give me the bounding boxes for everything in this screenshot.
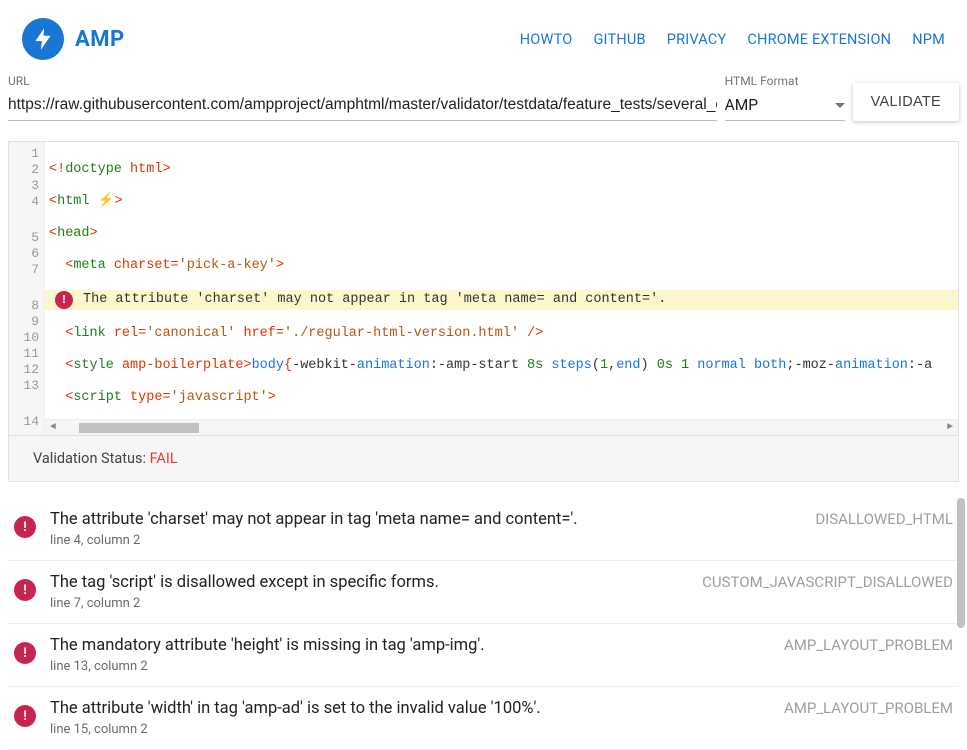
nav-github[interactable]: GITHUB — [593, 31, 645, 48]
brand-text: AMP — [75, 27, 125, 52]
scroll-left-icon[interactable]: ◄ — [45, 422, 61, 433]
vertical-scrollbar[interactable] — [953, 498, 967, 750]
error-item[interactable]: ! The tag 'script' is disallowed except … — [8, 561, 959, 624]
format-select[interactable]: AMP — [725, 90, 845, 121]
url-field-group: URL — [8, 74, 717, 121]
error-location: line 13, column 2 — [50, 659, 953, 674]
inline-error: !The attribute 'charset' may not appear … — [45, 290, 958, 310]
controls-row: URL HTML Format AMP VALIDATE — [0, 74, 967, 121]
scrollbar-thumb[interactable] — [957, 498, 965, 628]
format-select-group: HTML Format AMP — [725, 74, 845, 121]
error-location: line 4, column 2 — [50, 533, 953, 548]
error-code: DISALLOWED_HTML — [815, 510, 953, 528]
nav-npm[interactable]: NPM — [912, 31, 945, 48]
status-value: FAIL — [150, 450, 178, 467]
code-editor[interactable]: 1 2 3 4 5 6 7 8 9 10 11 12 13 14 <!docty… — [8, 141, 959, 436]
url-label: URL — [8, 74, 717, 88]
status-label: Validation Status: — [33, 450, 150, 467]
header: AMP HOWTO GITHUB PRIVACY CHROME EXTENSIO… — [0, 0, 967, 74]
error-code: AMP_LAYOUT_PROBLEM — [784, 699, 953, 717]
error-code: CUSTOM_JAVASCRIPT_DISALLOWED — [702, 573, 953, 591]
error-message: The attribute 'width' in tag 'amp-ad' is… — [50, 699, 541, 718]
format-label: HTML Format — [725, 74, 845, 88]
error-code: AMP_LAYOUT_PROBLEM — [784, 636, 953, 654]
error-icon: ! — [14, 642, 36, 664]
error-item[interactable]: ! The attribute 'charset' may not appear… — [8, 498, 959, 561]
format-value: AMP — [725, 96, 758, 114]
error-message: The mandatory attribute 'height' is miss… — [50, 636, 485, 655]
error-icon: ! — [14, 579, 36, 601]
nav-howto[interactable]: HOWTO — [520, 31, 573, 48]
error-location: line 15, column 2 — [50, 722, 953, 737]
url-input[interactable] — [8, 90, 717, 121]
error-message: The attribute 'charset' may not appear i… — [50, 510, 578, 529]
error-message: The tag 'script' is disallowed except in… — [50, 573, 439, 592]
logo-area: AMP — [22, 18, 125, 60]
validation-status: Validation Status: FAIL — [8, 436, 959, 482]
scrollbar-thumb[interactable] — [79, 423, 199, 433]
error-icon: ! — [14, 516, 36, 538]
code-area[interactable]: <!doctype html> <html ⚡> <head> <meta ch… — [45, 142, 958, 435]
scroll-right-icon[interactable]: ► — [942, 422, 958, 433]
error-item[interactable]: ! The mandatory attribute 'height' is mi… — [8, 624, 959, 687]
amp-logo-icon — [22, 18, 64, 60]
nav-chrome-extension[interactable]: CHROME EXTENSION — [747, 31, 891, 48]
error-item[interactable]: ! The attribute 'width' in tag 'amp-ad' … — [8, 687, 959, 750]
dropdown-icon — [835, 103, 845, 108]
error-icon: ! — [14, 705, 36, 727]
error-list: ! The attribute 'charset' may not appear… — [8, 498, 959, 750]
validate-button[interactable]: VALIDATE — [853, 83, 959, 121]
nav-privacy[interactable]: PRIVACY — [667, 31, 727, 48]
error-icon: ! — [55, 291, 73, 309]
horizontal-scrollbar[interactable]: ◄ ► — [45, 419, 958, 435]
gutter: 1 2 3 4 5 6 7 8 9 10 11 12 13 14 — [9, 142, 45, 435]
nav-links: HOWTO GITHUB PRIVACY CHROME EXTENSION NP… — [520, 31, 945, 48]
error-location: line 7, column 2 — [50, 596, 953, 611]
